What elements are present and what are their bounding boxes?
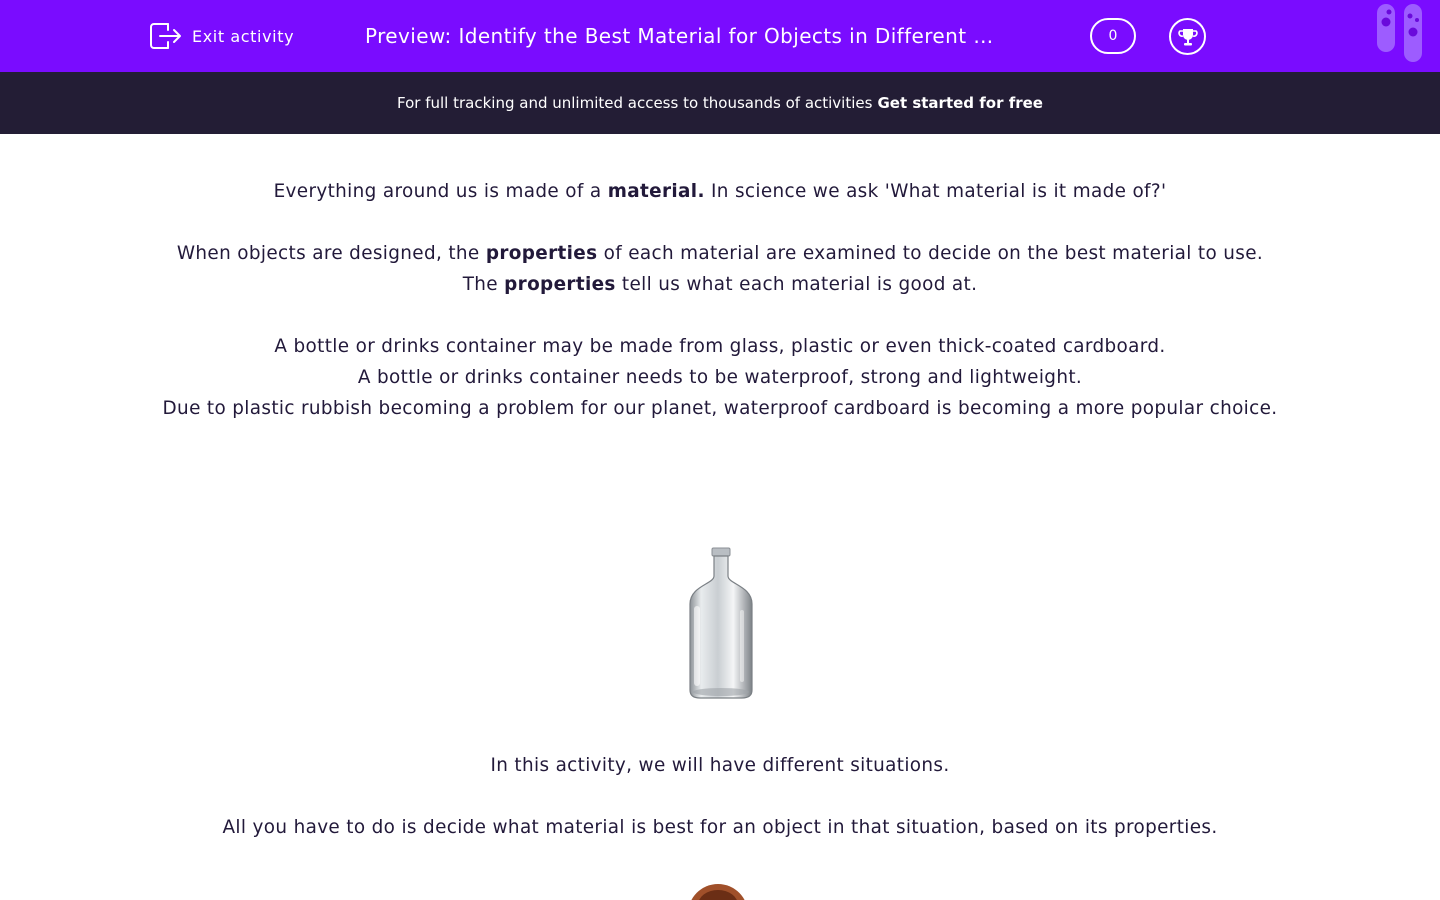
intro-section: Everything around us is made of a materi… (150, 176, 1290, 424)
intro-bold-term: properties (485, 243, 598, 264)
intro-text: When objects are designed, the (176, 243, 486, 264)
activity-title: Preview: Identify the Best Material for … (365, 24, 994, 48)
exit-activity-label: Exit activity (192, 26, 295, 46)
instructions-paragraph-1: In this activity, we will have different… (490, 755, 950, 776)
instructions-paragraph-2: All you have to do is decide what materi… (222, 817, 1218, 838)
intro-paragraph-1: Everything around us is made of a materi… (150, 176, 1290, 207)
intro-paragraph-5: A bottle or drinks container needs to be… (357, 367, 1083, 388)
top-header-bar: Exit activity Preview: Identify the Best… (0, 0, 1440, 72)
intro-text: Everything around us is made of a (273, 181, 608, 202)
exit-icon (150, 23, 181, 49)
promo-banner-text: For full tracking and unlimited access t… (397, 94, 873, 112)
instructions-section: In this activity, we will have different… (150, 750, 1290, 843)
intro-text: of each material are examined to decide … (597, 243, 1264, 264)
intro-paragraph-6: Due to plastic rubbish becoming a proble… (162, 398, 1278, 419)
exit-activity-button[interactable]: Exit activity (148, 20, 294, 52)
trophy-button[interactable] (1169, 18, 1206, 55)
intro-text: tell us what each material is good at. (615, 274, 978, 295)
intro-text: In science we ask 'What material is it m… (704, 181, 1167, 202)
intro-bold-term: material. (607, 181, 705, 202)
get-started-link[interactable]: Get started for free (877, 94, 1043, 112)
teacher-avatar-icon (688, 884, 748, 900)
intro-paragraph-4: A bottle or drinks container may be made… (274, 336, 1166, 357)
intro-bold-term: properties (504, 274, 616, 295)
intro-paragraph-2: When objects are designed, the propertie… (150, 238, 1290, 269)
intro-paragraph-3: The properties tell us what each materia… (150, 269, 1290, 300)
glass-bottle-icon (689, 547, 753, 699)
intro-text: The (462, 274, 505, 295)
test-tubes-logo-icon (1377, 4, 1422, 62)
score-counter: 0 (1090, 18, 1136, 54)
trophy-icon (1177, 28, 1198, 45)
promo-banner: For full tracking and unlimited access t… (0, 72, 1440, 134)
